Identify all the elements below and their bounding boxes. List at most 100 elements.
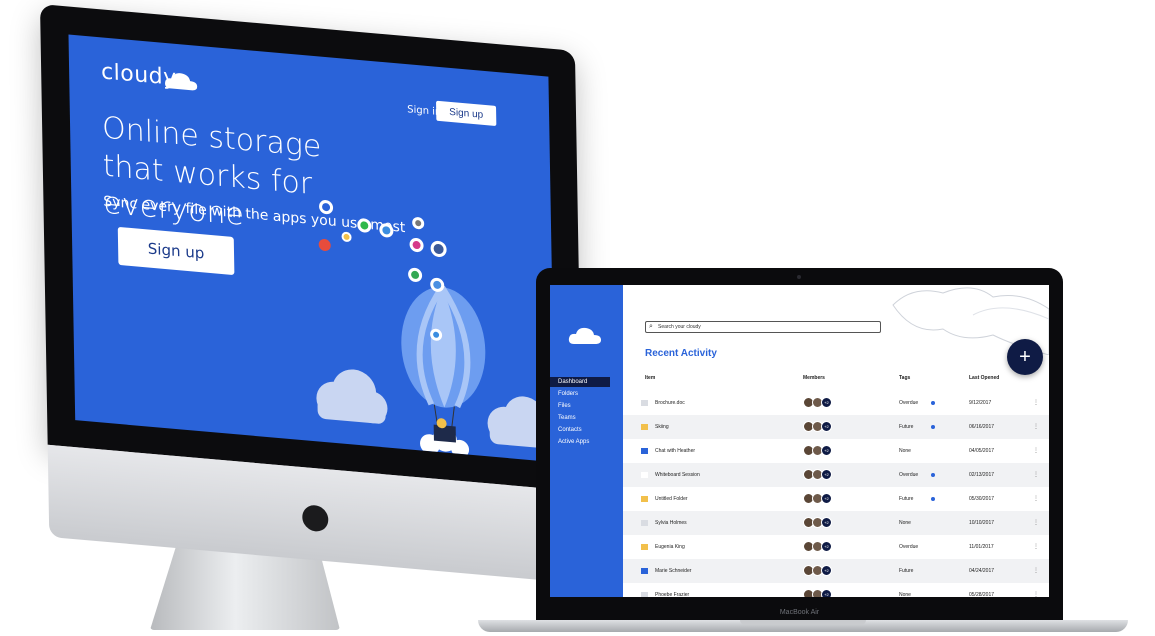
doc-icon: [641, 592, 648, 597]
table-row[interactable]: Sylvia Holmes +2 None 10/10/2017 ⋮: [623, 511, 1049, 535]
last-opened-date: 04/24/2017: [969, 568, 995, 574]
member-avatars[interactable]: +2: [803, 469, 843, 481]
column-header-last-opened[interactable]: Last Opened: [969, 375, 999, 381]
table-row[interactable]: Untitled Folder +2 Future 05/30/2017 ⋮: [623, 487, 1049, 511]
folder-icon: [641, 496, 648, 502]
whiteboard-icon: [641, 472, 648, 478]
page-title: Recent Activity: [645, 348, 717, 359]
more-options-icon[interactable]: ⋮: [1033, 487, 1039, 511]
add-button[interactable]: +: [1007, 339, 1043, 375]
status-dot-icon: [931, 473, 935, 477]
table-row[interactable]: Phoebe Frazier +2 None 05/28/2017 ⋮: [623, 583, 1049, 597]
more-options-icon[interactable]: ⋮: [1033, 391, 1039, 415]
member-avatars[interactable]: +2: [803, 589, 843, 597]
table-row[interactable]: Whiteboard Session +2 Overdue 02/13/2017 ⋮: [623, 463, 1049, 487]
landing-page: cloudy Online storage that works for eve…: [68, 34, 556, 463]
status-dot-icon: [931, 425, 935, 429]
imac-body: cloudy Online storage that works for eve…: [40, 4, 585, 584]
sidebar: Dashboard Folders Files Teams Contacts Active…: [550, 285, 623, 597]
row-item-name[interactable]: Sylvia Holmes: [655, 511, 687, 535]
nav-signup-button[interactable]: Sign up: [436, 100, 497, 127]
chat-icon: [641, 568, 648, 574]
column-header-members[interactable]: Members: [803, 375, 825, 381]
main-content: ⌕ Search your cloudy Recent Activity + I…: [623, 285, 1049, 597]
member-avatars[interactable]: +2: [803, 565, 843, 577]
more-options-icon[interactable]: ⋮: [1033, 511, 1039, 535]
more-members-badge: +2: [821, 493, 832, 504]
cloud-logo-icon: [165, 73, 198, 91]
macbook-lid: Dashboard Folders Files Teams Contacts Active…: [536, 268, 1063, 620]
row-item-name[interactable]: Skiing: [655, 415, 669, 439]
macbook-notch: [740, 620, 866, 625]
sidebar-item-contacts[interactable]: Contacts: [550, 425, 623, 435]
table-row[interactable]: Eugenia King +2 Overdue 11/01/2017 ⋮: [623, 535, 1049, 559]
status-badge: None: [899, 448, 911, 454]
hot-air-balloon-illustration: [316, 200, 556, 458]
imac-bezel: cloudy Online storage that works for eve…: [40, 4, 583, 492]
table-row[interactable]: Chat with Heather +2 None 04/05/2017 ⋮: [623, 439, 1049, 463]
row-item-name[interactable]: Chat with Heather: [655, 439, 695, 463]
status-badge: Future: [899, 496, 914, 502]
status-badge: Overdue: [899, 544, 919, 550]
dashboard-app: Dashboard Folders Files Teams Contacts Active…: [550, 285, 1049, 597]
last-opened-date: 06/16/2017: [969, 424, 995, 430]
folder-icon: [641, 544, 648, 550]
more-options-icon[interactable]: ⋮: [1033, 559, 1039, 583]
more-members-badge: +2: [821, 469, 832, 480]
more-members-badge: +2: [821, 517, 832, 528]
last-opened-date: 10/10/2017: [969, 520, 995, 526]
member-avatars[interactable]: +2: [803, 397, 843, 409]
status-badge: Overdue: [899, 400, 919, 406]
row-item-name[interactable]: Whiteboard Session: [655, 463, 700, 487]
sidebar-item-files[interactable]: Files: [550, 401, 623, 411]
member-avatars[interactable]: +2: [803, 493, 843, 505]
more-options-icon[interactable]: ⋮: [1033, 583, 1039, 597]
more-members-badge: +2: [821, 397, 832, 408]
column-header-item[interactable]: Item: [645, 375, 655, 381]
sidebar-item-dashboard[interactable]: Dashboard: [550, 377, 610, 387]
column-header-tags[interactable]: Tags: [899, 375, 910, 381]
balloon-icon: [401, 285, 486, 443]
cloud-logo-icon: [568, 327, 601, 344]
sidebar-item-active-apps[interactable]: Active Apps: [550, 437, 623, 447]
status-badge: None: [899, 592, 911, 597]
more-members-badge: +2: [821, 565, 832, 576]
row-item-name[interactable]: Brochure.doc: [655, 391, 685, 415]
sidebar-item-teams[interactable]: Teams: [550, 413, 623, 423]
row-item-name[interactable]: Eugenia King: [655, 535, 685, 559]
member-avatars[interactable]: +2: [803, 445, 843, 457]
last-opened-date: 02/13/2017: [969, 472, 995, 478]
hero-signup-button[interactable]: Sign up: [117, 226, 235, 276]
status-dot-icon: [931, 401, 935, 405]
more-options-icon[interactable]: ⋮: [1033, 415, 1039, 439]
last-opened-date: 04/05/2017: [969, 448, 995, 454]
doc-icon: [641, 400, 648, 406]
member-avatars[interactable]: +2: [803, 421, 843, 433]
status-badge: Overdue: [899, 472, 919, 478]
table-row[interactable]: Skiing +2 Future 06/16/2017 ⋮: [623, 415, 1049, 439]
doc-icon: [641, 520, 648, 526]
status-dot-icon: [931, 497, 935, 501]
status-badge: None: [899, 520, 911, 526]
member-avatars[interactable]: +2: [803, 517, 843, 529]
more-options-icon[interactable]: ⋮: [1033, 439, 1039, 463]
more-options-icon[interactable]: ⋮: [1033, 463, 1039, 487]
status-badge: Future: [899, 568, 914, 574]
cloud-left-icon: [316, 369, 388, 424]
table-row[interactable]: Marie Schneider +2 Future 04/24/2017 ⋮: [623, 559, 1049, 583]
row-item-name[interactable]: Phoebe Frazier: [655, 583, 689, 597]
more-options-icon[interactable]: ⋮: [1033, 535, 1039, 559]
chat-icon: [641, 448, 648, 454]
search-icon: ⌕: [649, 323, 653, 330]
last-opened-date: 05/30/2017: [969, 496, 995, 502]
row-item-name[interactable]: Marie Schneider: [655, 559, 691, 583]
table-row[interactable]: Brochure.doc +2 Overdue 9/12/2017 ⋮: [623, 391, 1049, 415]
last-opened-date: 05/28/2017: [969, 592, 995, 597]
row-item-name[interactable]: Untitled Folder: [655, 487, 688, 511]
folder-icon: [641, 424, 648, 430]
member-avatars[interactable]: +2: [803, 541, 843, 553]
more-members-badge: +2: [821, 421, 832, 432]
search-input[interactable]: ⌕ Search your cloudy: [645, 321, 881, 333]
sidebar-item-folders[interactable]: Folders: [550, 389, 623, 399]
status-badge: Future: [899, 424, 914, 430]
